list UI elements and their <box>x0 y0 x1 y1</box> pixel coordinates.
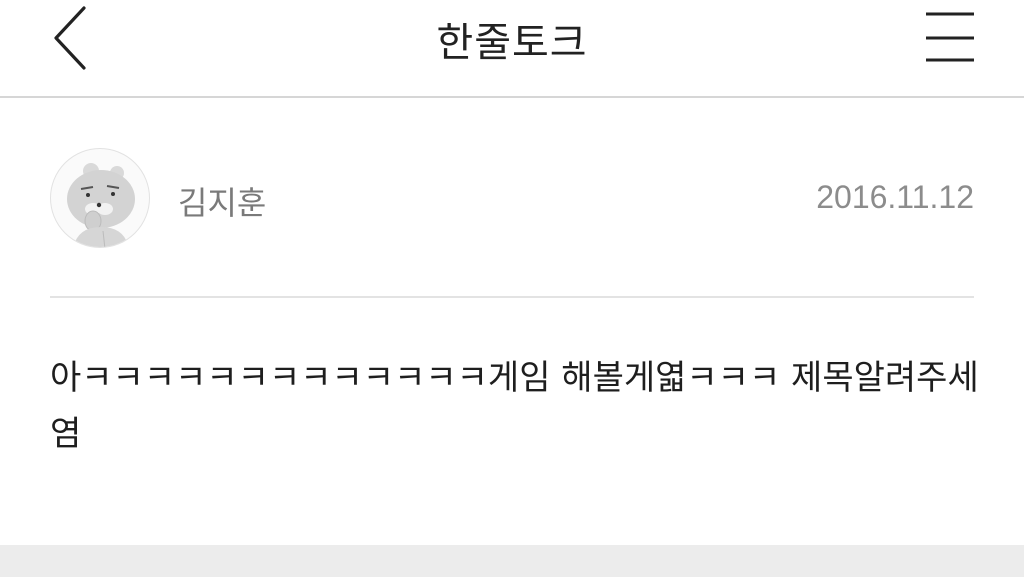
divider <box>50 296 974 298</box>
menu-button[interactable] <box>918 8 980 68</box>
section-separator <box>0 545 1024 577</box>
avatar[interactable] <box>50 148 150 248</box>
post-date: 2016.11.12 <box>816 179 974 215</box>
ryan-character-avatar-icon <box>67 163 135 247</box>
page-title: 한줄토크 <box>436 20 588 66</box>
page: 한줄토크 김지훈 2016.11.12 아ㅋㅋㅋㅋㅋㅋㅋㅋㅋㅋㅋㅋㅋ게임 해볼게… <box>0 0 1024 577</box>
author-name[interactable]: 김지훈 <box>178 178 266 224</box>
hamburger-menu-icon <box>926 12 974 62</box>
post-content: 아ㅋㅋㅋㅋㅋㅋㅋㅋㅋㅋㅋㅋㅋ게임 해볼게엷ㅋㅋㅋ 제목알려주세염 <box>50 358 979 454</box>
top-nav-bar: 한줄토크 <box>0 0 1024 98</box>
